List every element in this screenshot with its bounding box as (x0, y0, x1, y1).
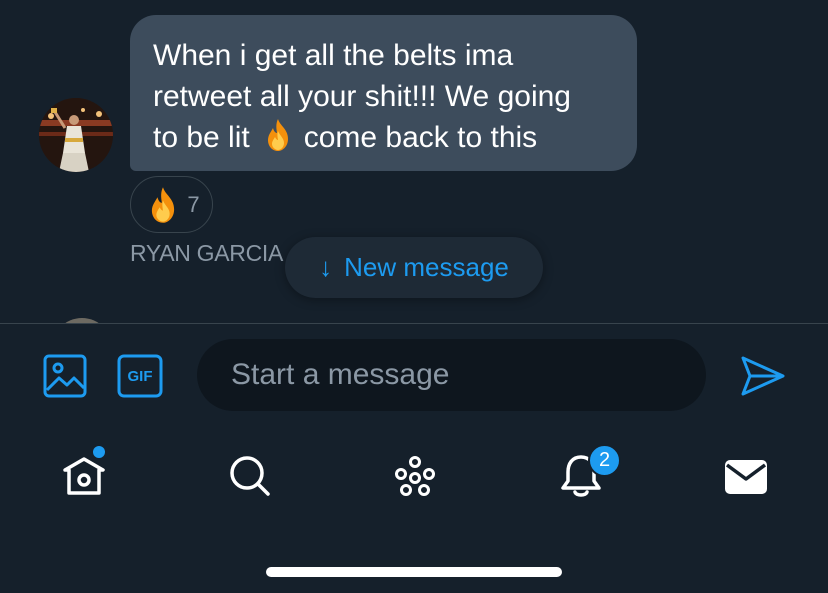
gif-button[interactable]: GIF (117, 354, 163, 398)
home-icon[interactable] (60, 452, 108, 500)
message-line: retweet all your shit!!! We going (153, 80, 571, 113)
message-line: to be lit come back to this (153, 117, 615, 158)
message-text: to be lit (153, 121, 250, 154)
message-text: come back to this (303, 121, 538, 154)
new-message-label: New message (344, 252, 509, 282)
new-message-button[interactable]: ↓ New message (285, 237, 543, 298)
notifications-badge: 2 (588, 444, 621, 477)
arrow-down-icon: ↓ (319, 252, 333, 282)
spaces-icon[interactable] (391, 452, 439, 500)
send-icon[interactable] (740, 355, 786, 397)
message-input[interactable] (197, 339, 706, 411)
fire-emoji-icon (152, 186, 175, 223)
home-indicator[interactable] (266, 567, 562, 577)
gif-label: GIF (127, 367, 153, 385)
reaction-count: 7 (187, 191, 200, 217)
dm-conversation-screen: When i get all the belts ima retweet all… (0, 0, 828, 593)
sender-avatar[interactable] (39, 98, 113, 172)
avatar-image (39, 98, 113, 172)
message-bubble[interactable]: When i get all the belts ima retweet all… (130, 15, 637, 171)
image-icon[interactable] (43, 354, 87, 398)
sender-name: RYAN GARCIA (130, 240, 284, 266)
message-line: When i get all the belts ima (153, 39, 514, 72)
fire-emoji-icon (267, 119, 288, 151)
reaction-chip[interactable]: 7 (130, 176, 213, 233)
messages-icon[interactable] (722, 452, 770, 500)
composer-divider (0, 323, 828, 324)
home-notification-dot (93, 446, 105, 458)
search-icon[interactable] (226, 452, 274, 500)
